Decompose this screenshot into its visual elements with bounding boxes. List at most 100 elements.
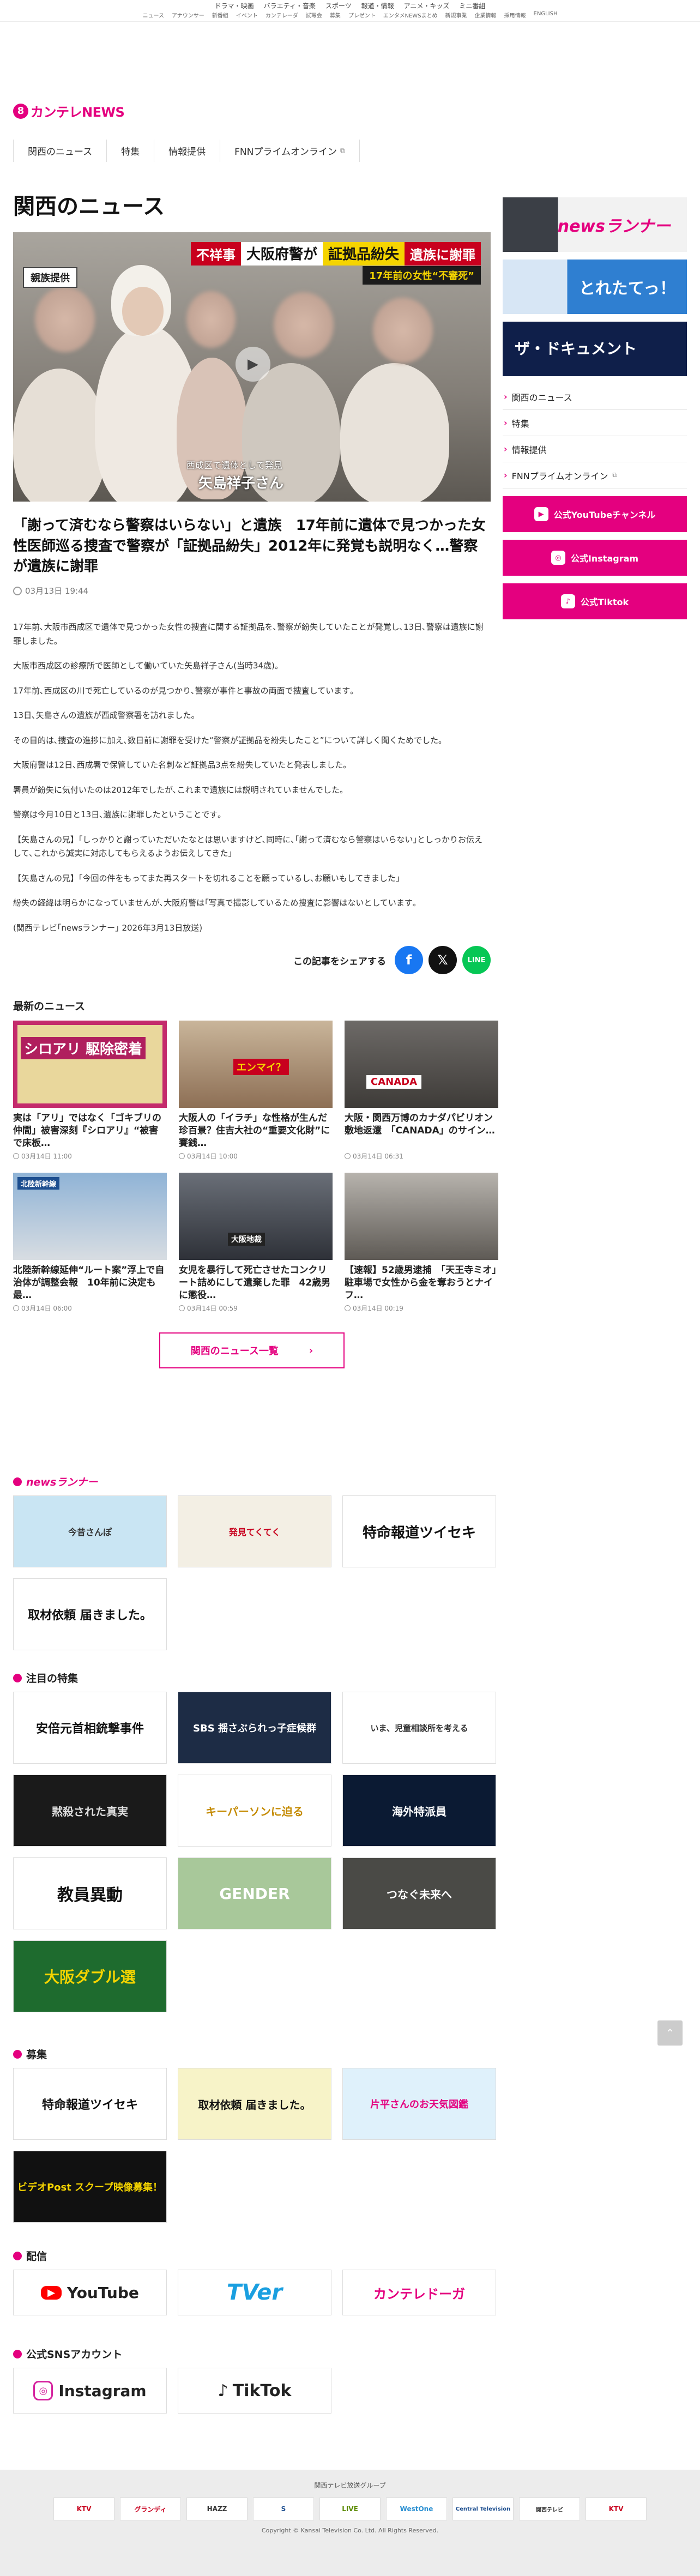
- group-logo[interactable]: WestOne: [386, 2497, 447, 2520]
- article-paragraph: 大阪市西成区の診療所で医師として働いていた矢島祥子さん(当時34歳)｡: [13, 661, 279, 671]
- kansai-news-list-button[interactable]: 関西のニュース一覧 ›: [159, 1332, 345, 1369]
- group-logo[interactable]: LIVE: [319, 2497, 381, 2520]
- tiktok-button[interactable]: ♪ 公式Tiktok: [503, 583, 687, 619]
- sidebar-banner-toretate[interactable]: とれたてっ！: [503, 260, 687, 314]
- kantele-dot-icon: [13, 1673, 22, 1682]
- feature-banner[interactable]: 教員異動: [13, 1857, 167, 1929]
- group-logo[interactable]: KTV: [53, 2497, 114, 2520]
- sidebar-link-kansai-news[interactable]: › 関西のニュース: [503, 384, 687, 410]
- sub-nav-link[interactable]: アナウンサー: [172, 11, 204, 19]
- top-nav-variety[interactable]: バラエティ・音楽: [264, 1, 316, 10]
- news-card[interactable]: CANADA 大阪・関西万博のカナダパビリオン敷地返還 「CANADA」のサイン…: [345, 1021, 498, 1161]
- feature-banner[interactable]: 黙殺された真実: [13, 1775, 167, 1847]
- group-logo[interactable]: 関西テレビ: [519, 2497, 580, 2520]
- sub-nav-link[interactable]: エンタメNEWSまとめ: [383, 11, 438, 19]
- nav-fnn[interactable]: FNNプライムオンライン ⧉: [220, 140, 360, 162]
- recruit-banner[interactable]: 片平さんのお天気図鑑: [342, 2068, 496, 2140]
- runner-banner[interactable]: 特命報道ツイセキ: [342, 1495, 496, 1567]
- top-nav-anime[interactable]: アニメ・キッズ: [404, 1, 450, 10]
- top-nav-news[interactable]: 報道・情報: [361, 1, 394, 10]
- feature-banner[interactable]: 安倍元首相銃撃事件: [13, 1692, 167, 1764]
- sub-nav-link[interactable]: ENGLISH: [534, 11, 558, 19]
- sidebar-link-fnn[interactable]: › FNNプライムオンライン ⧉: [503, 462, 687, 488]
- news-card[interactable]: 北陸新幹線 北陸新幹線延伸“ルート案”浮上で自治体が調整会報 10年前に決定も最…: [13, 1173, 167, 1313]
- share-label: この記事をシェアする: [293, 956, 386, 967]
- face: [122, 287, 164, 336]
- sidebar-link-label: 関西のニュース: [511, 392, 572, 403]
- x-share-icon[interactable]: 𝕏: [429, 946, 457, 975]
- sidebar-banner-document[interactable]: ザ・ドキュメント: [503, 322, 687, 376]
- news-title: 大阪・関西万博のカナダパビリオン敷地返還 「CANADA」のサイン…: [345, 1113, 495, 1136]
- feature-banner[interactable]: 大阪ダブル選: [13, 1940, 167, 2012]
- tiktok-icon: ♪: [218, 2381, 228, 2400]
- sub-nav-link[interactable]: イベント: [236, 11, 258, 19]
- news-card[interactable]: 大阪地裁 女児を暴行して死亡させたコンクリート詰めにして遺棄した罪 42歳男に懲…: [179, 1173, 333, 1313]
- top-nav-mini[interactable]: ミニ番組: [459, 1, 485, 10]
- hero-video[interactable]: 親族提供 不祥事 大阪府警が 証拠品紛失 遺族に謝罪 17年前の女性“不審死” …: [13, 232, 491, 502]
- article-paragraph: 【矢島さんの兄】｢しっかりと謝っていただいたなとは思いますけど､同時に､｢謝って…: [13, 834, 483, 859]
- news-card[interactable]: シロアリ 駆除密着 実は「アリ」ではなく「ゴキブリの仲間」被害深刻『シロアリ』“…: [13, 1021, 167, 1161]
- top-nav-sports[interactable]: スポーツ: [325, 1, 352, 10]
- clock-icon: [345, 1305, 351, 1312]
- nav-features[interactable]: 特集: [106, 140, 154, 162]
- instagram-button[interactable]: ◎ 公式Instagram: [503, 540, 687, 576]
- sub-nav-link[interactable]: 新番組: [212, 11, 228, 19]
- sub-nav-link[interactable]: 新規事業: [445, 11, 467, 19]
- feature-banner[interactable]: GENDER: [178, 1857, 331, 1929]
- youtube-play-icon: ▶: [41, 2285, 62, 2300]
- nav-kansai-news[interactable]: 関西のニュース: [13, 140, 106, 162]
- tiktok-banner[interactable]: ♪ TikTok: [178, 2368, 331, 2414]
- youtube-banner[interactable]: ▶ YouTube: [13, 2270, 167, 2315]
- hero-subline: 17年前の女性“不審死”: [363, 266, 481, 285]
- instagram-banner[interactable]: ◎ Instagram: [13, 2368, 167, 2414]
- feature-banner[interactable]: SBS 揺さぶられっ子症候群: [178, 1692, 331, 1764]
- group-logo[interactable]: S: [253, 2497, 314, 2520]
- line-share-icon[interactable]: LINE: [462, 946, 491, 975]
- banner-label: 取材依頼 届きました。: [198, 2098, 311, 2112]
- news-card[interactable]: エンマイ？ 大阪人の「イラチ」な性格が生んだ珍百景？住吉大社の“重要文化財”に賽…: [179, 1021, 333, 1161]
- group-logo[interactable]: KTV: [586, 2497, 647, 2520]
- sidebar-banner-runner[interactable]: newsランナー: [503, 197, 687, 252]
- sub-nav-link[interactable]: カンテレーダ: [265, 11, 298, 19]
- runner-logo: newsランナー: [26, 1476, 98, 1488]
- tver-banner[interactable]: TVer: [178, 2270, 331, 2315]
- recruit-banner[interactable]: 取材依頼 届きました。: [178, 2068, 331, 2140]
- feature-banner[interactable]: キーパーソンに迫る: [178, 1775, 331, 1847]
- article-date: 03月13日 19:44: [13, 585, 491, 596]
- sidebar-link-features[interactable]: › 特集: [503, 410, 687, 436]
- nav-info[interactable]: 情報提供: [154, 140, 220, 162]
- top-nav-drama[interactable]: ドラマ・映画: [215, 1, 254, 10]
- back-to-top-button[interactable]: ⌃: [657, 2020, 683, 2046]
- feature-banner[interactable]: つなぐ未来へ: [342, 1857, 496, 1929]
- facebook-share-icon[interactable]: f: [395, 946, 423, 975]
- distribution-header: 配信: [13, 2248, 491, 2263]
- button-label: 公式Instagram: [570, 553, 639, 564]
- banner-label: 特命報道ツイセキ: [41, 2098, 138, 2112]
- recruit-banner[interactable]: 特命報道ツイセキ: [13, 2068, 167, 2140]
- play-icon[interactable]: ▶: [236, 347, 270, 382]
- group-logo[interactable]: グランディ: [120, 2497, 181, 2520]
- sidebar-link-info[interactable]: › 情報提供: [503, 436, 687, 462]
- kantele-dot-icon: [13, 2349, 22, 2358]
- kantele-douga-banner[interactable]: カンテレドーガ: [342, 2270, 496, 2315]
- group-logo[interactable]: Central Television: [452, 2497, 514, 2520]
- news-card[interactable]: 【速報】52歳男逮捕 「天王寺ミオ」駐車場で女性から金を奪おうとナイフ… 03月…: [345, 1173, 498, 1313]
- sidebar-link-label: FNNプライムオンライン: [511, 470, 608, 481]
- sub-nav-link[interactable]: 企業情報: [475, 11, 497, 19]
- sub-nav-link[interactable]: プレゼント: [348, 11, 376, 19]
- feature-banner[interactable]: いま、児童相談所を考える: [342, 1692, 496, 1764]
- sub-nav-link[interactable]: 採用情報: [504, 11, 526, 19]
- site-logo[interactable]: 8 カンテレNEWS: [13, 101, 125, 120]
- recruit-banner[interactable]: ビデオPost スクープ映像募集！: [13, 2151, 167, 2223]
- sub-nav-link[interactable]: 試写会: [306, 11, 322, 19]
- runner-banner[interactable]: 今昔さんぽ: [13, 1495, 167, 1567]
- article-paragraph: (関西テレビ｢newsランナー｣ 2026年3月13日放送): [13, 922, 203, 933]
- group-logo[interactable]: HAZZ: [186, 2497, 248, 2520]
- sidebar-link-label: 特集: [511, 418, 529, 429]
- feature-banner[interactable]: 海外特派員: [342, 1775, 496, 1847]
- runner-banner[interactable]: 発見てくてく: [178, 1495, 331, 1567]
- runner-banner[interactable]: 取材依頼 届きました。: [13, 1578, 167, 1650]
- sub-nav-link[interactable]: 募集: [330, 11, 341, 19]
- sub-nav-link[interactable]: ニュース: [143, 11, 165, 19]
- youtube-channel-button[interactable]: ▶ 公式YouTubeチャンネル: [503, 496, 687, 532]
